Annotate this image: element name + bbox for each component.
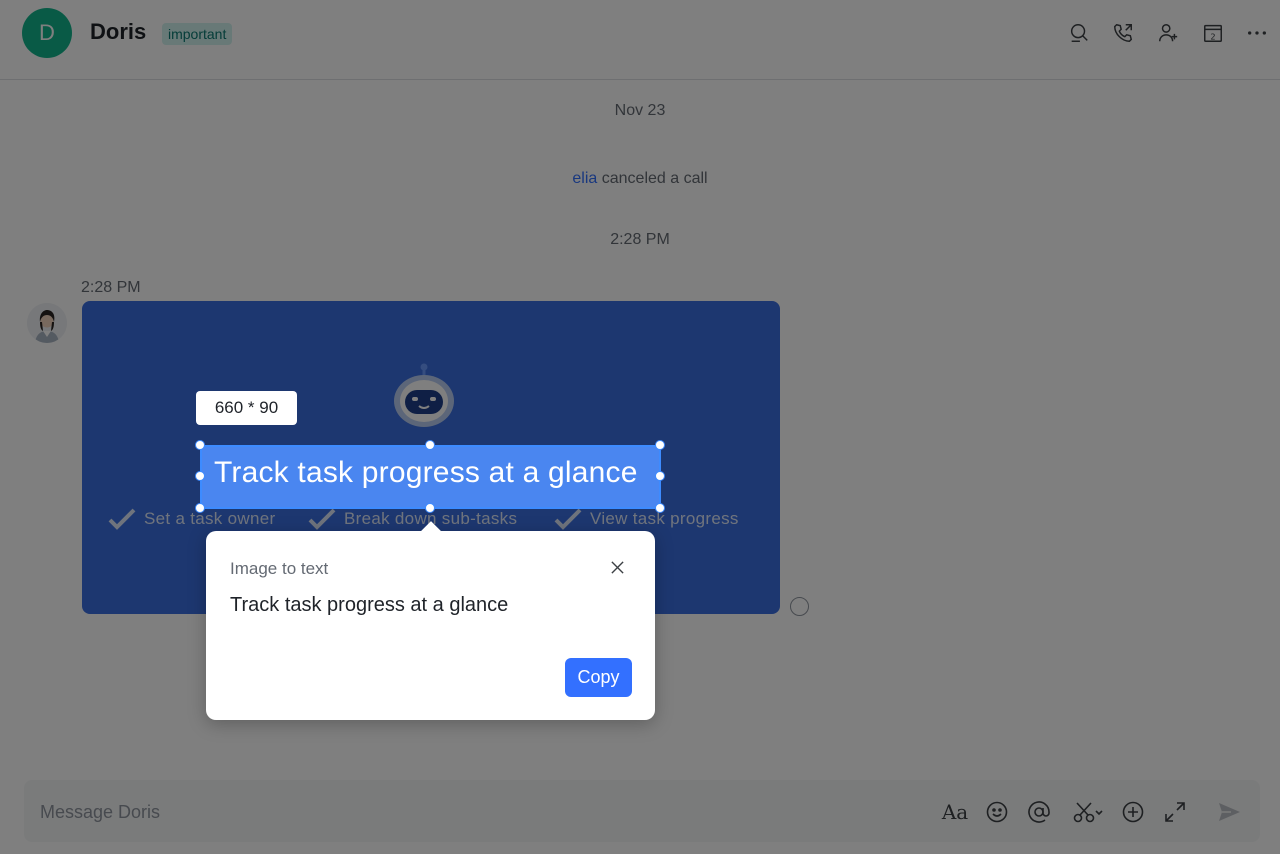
resize-handle[interactable] [195, 440, 205, 450]
resize-handle[interactable] [195, 503, 205, 513]
resize-handle[interactable] [195, 471, 205, 481]
resize-handle[interactable] [655, 440, 665, 450]
resize-handle[interactable] [655, 503, 665, 513]
recognized-text: Track task progress at a glance [230, 594, 509, 616]
popup-title: Image to text [230, 559, 329, 578]
selection-text: Track task progress at a glance [214, 456, 638, 489]
image-to-text-popup: Image to text Track task progress at a g… [206, 531, 655, 720]
screenshot-dim-overlay [0, 0, 1280, 854]
close-icon[interactable] [607, 557, 627, 577]
resize-handle[interactable] [425, 440, 435, 450]
selection-region[interactable]: Track task progress at a glance [200, 445, 661, 509]
resize-handle[interactable] [655, 471, 665, 481]
resize-handle[interactable] [425, 503, 435, 513]
copy-button[interactable]: Copy [565, 658, 632, 697]
selection-size-label: 660 * 90 [196, 391, 297, 425]
